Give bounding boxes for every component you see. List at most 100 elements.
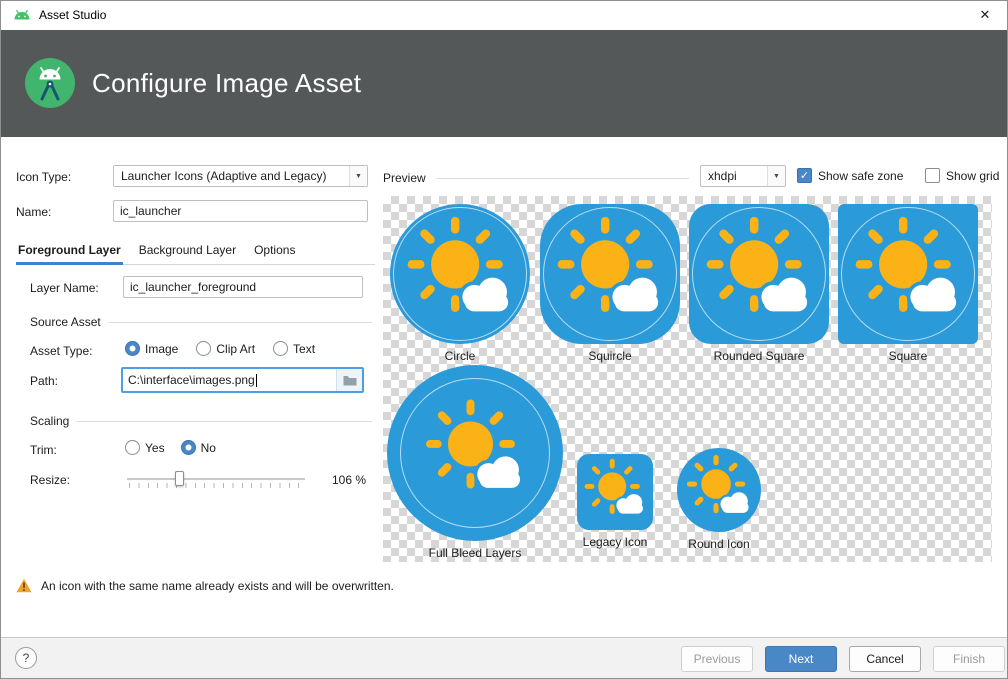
dialog-footer: ? Previous Next Cancel Finish bbox=[0, 637, 1008, 679]
scaling-section-header: Scaling bbox=[30, 414, 372, 428]
next-button[interactable]: Next bbox=[765, 646, 837, 672]
layer-name-input[interactable]: ic_launcher_foreground bbox=[123, 276, 363, 298]
preview-tile-label: Squircle bbox=[540, 349, 680, 363]
help-button[interactable]: ? bbox=[15, 647, 37, 669]
preview-tile-round: Round Icon bbox=[677, 448, 761, 551]
window-title: Asset Studio bbox=[39, 8, 106, 22]
radio-label: Image bbox=[145, 342, 178, 356]
icon-type-label: Icon Type: bbox=[16, 170, 71, 184]
radio-icon bbox=[196, 341, 211, 356]
text-caret bbox=[256, 374, 257, 387]
slider-ticks bbox=[129, 483, 305, 488]
dialog-header: Configure Image Asset bbox=[0, 30, 1008, 137]
radio-icon bbox=[181, 440, 196, 455]
resize-percent-value: 106 % bbox=[332, 473, 366, 487]
layer-name-label: Layer Name: bbox=[30, 281, 99, 295]
preview-tile-squircle: Squircle bbox=[540, 204, 680, 363]
warning-message: An icon with the same name already exist… bbox=[41, 579, 394, 593]
sun-cloud-icon bbox=[550, 214, 670, 334]
trim-yes-radio[interactable]: Yes bbox=[125, 440, 165, 455]
checkbox-icon bbox=[925, 168, 940, 183]
name-value: ic_launcher bbox=[120, 204, 181, 218]
page-title: Configure Image Asset bbox=[92, 68, 361, 99]
preview-tile-square: Square bbox=[838, 204, 978, 363]
density-dropdown[interactable]: xhdpi ▼ bbox=[700, 165, 786, 187]
asset-type-image-radio[interactable]: Image bbox=[125, 341, 178, 356]
section-label: Scaling bbox=[30, 414, 69, 428]
source-asset-section-header: Source Asset bbox=[30, 315, 372, 329]
window-titlebar: Asset Studio ✕ bbox=[0, 0, 1008, 30]
chevron-down-icon: ▼ bbox=[767, 166, 785, 186]
launcher-icon-squircle bbox=[540, 204, 680, 344]
warning-row: An icon with the same name already exist… bbox=[16, 578, 394, 593]
launcher-icon-round bbox=[677, 448, 761, 532]
tab-background-layer[interactable]: Background Layer bbox=[137, 238, 238, 264]
name-input[interactable]: ic_launcher bbox=[113, 200, 368, 222]
sun-cloud-icon bbox=[699, 214, 819, 334]
icon-type-value: Launcher Icons (Adaptive and Legacy) bbox=[121, 169, 326, 183]
slider-track[interactable] bbox=[127, 478, 305, 480]
radio-label: Clip Art bbox=[216, 342, 255, 356]
launcher-icon-circle bbox=[390, 204, 530, 344]
asset-type-radio-group: Image Clip Art Text bbox=[125, 341, 315, 356]
separator bbox=[109, 322, 372, 323]
browse-button[interactable] bbox=[336, 369, 362, 391]
preview-tile-label: Legacy Icon bbox=[577, 535, 653, 549]
android-icon bbox=[13, 9, 31, 21]
tab-label: Background Layer bbox=[139, 243, 236, 257]
path-label: Path: bbox=[30, 374, 58, 388]
checkbox-icon bbox=[797, 168, 812, 183]
checkbox-label: Show safe zone bbox=[818, 169, 903, 183]
asset-type-clipart-radio[interactable]: Clip Art bbox=[196, 341, 255, 356]
radio-icon bbox=[125, 440, 140, 455]
preview-tile-full-bleed: Full Bleed Layers bbox=[387, 365, 563, 560]
chevron-down-icon: ▼ bbox=[349, 166, 367, 186]
name-label: Name: bbox=[16, 205, 51, 219]
resize-slider[interactable] bbox=[127, 467, 305, 491]
show-grid-checkbox[interactable]: Show grid bbox=[925, 168, 999, 183]
preview-tile-label: Full Bleed Layers bbox=[387, 546, 563, 560]
folder-icon bbox=[343, 375, 357, 386]
section-label: Source Asset bbox=[30, 315, 101, 329]
layer-tabs: Foreground Layer Background Layer Option… bbox=[16, 238, 375, 265]
launcher-icon-square bbox=[838, 204, 978, 344]
layer-name-value: ic_launcher_foreground bbox=[130, 280, 256, 294]
cancel-button[interactable]: Cancel bbox=[849, 646, 921, 672]
radio-icon bbox=[273, 341, 288, 356]
preview-canvas: Circle Squircle Rounded Square Square Fu… bbox=[383, 196, 992, 562]
resize-label: Resize: bbox=[30, 473, 70, 487]
asset-type-label: Asset Type: bbox=[30, 344, 92, 358]
tab-foreground-layer[interactable]: Foreground Layer bbox=[16, 238, 123, 264]
preview-tile-circle: Circle bbox=[390, 204, 530, 363]
close-button[interactable]: ✕ bbox=[962, 0, 1008, 30]
checkbox-label: Show grid bbox=[946, 169, 999, 183]
tab-label: Foreground Layer bbox=[18, 243, 121, 257]
trim-no-radio[interactable]: No bbox=[181, 440, 216, 455]
previous-button[interactable]: Previous bbox=[681, 646, 753, 672]
tab-options[interactable]: Options bbox=[252, 238, 297, 264]
radio-label: No bbox=[201, 441, 216, 455]
preview-tile-label: Rounded Square bbox=[689, 349, 829, 363]
preview-tile-label: Circle bbox=[390, 349, 530, 363]
finish-button[interactable]: Finish bbox=[933, 646, 1005, 672]
sun-cloud-icon bbox=[682, 453, 756, 527]
close-icon: ✕ bbox=[980, 7, 991, 23]
path-input[interactable]: C:\interface\images.png bbox=[121, 367, 364, 393]
sun-cloud-icon bbox=[419, 397, 532, 510]
radio-icon bbox=[125, 341, 140, 356]
sun-cloud-icon bbox=[400, 214, 520, 334]
radio-label: Yes bbox=[145, 441, 165, 455]
separator bbox=[437, 178, 689, 179]
icon-type-dropdown[interactable]: Launcher Icons (Adaptive and Legacy) ▼ bbox=[113, 165, 368, 187]
trim-radio-group: Yes No bbox=[125, 440, 216, 455]
tab-label: Options bbox=[254, 243, 295, 257]
show-safe-zone-checkbox[interactable]: Show safe zone bbox=[797, 168, 903, 183]
preview-tile-label: Square bbox=[838, 349, 978, 363]
asset-type-text-radio[interactable]: Text bbox=[273, 341, 315, 356]
launcher-icon-legacy bbox=[577, 454, 653, 530]
sun-cloud-icon bbox=[580, 457, 650, 527]
help-icon: ? bbox=[23, 651, 30, 665]
sun-cloud-icon bbox=[848, 214, 968, 334]
preview-tile-label: Round Icon bbox=[677, 537, 761, 551]
slider-thumb[interactable] bbox=[175, 471, 184, 486]
